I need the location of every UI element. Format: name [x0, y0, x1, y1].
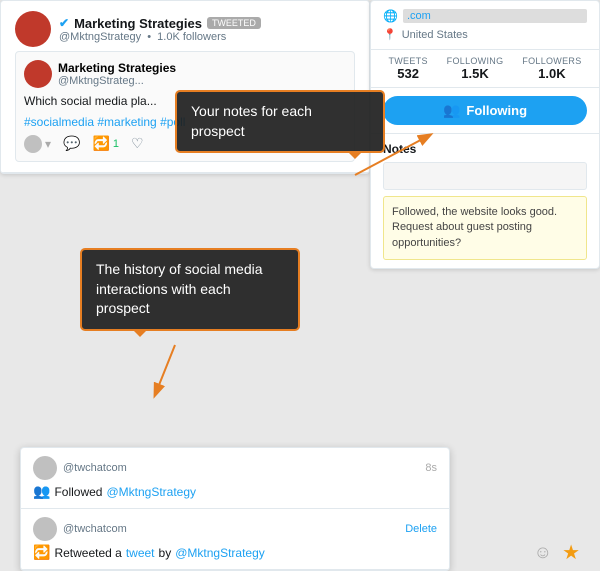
history-handle-1: @twchatcom	[63, 462, 127, 474]
avatar	[15, 11, 51, 47]
profile-url: .com	[403, 9, 587, 23]
tweet-handle: @MktngStrategy • 1.0K followers	[59, 31, 355, 43]
chevron-down-icon[interactable]: ▾	[45, 137, 51, 151]
following-btn-label: Following	[466, 103, 527, 118]
history-item-follow: @twchatcom 8s 👥 Followed @MktngStrategy	[21, 448, 449, 509]
pin-icon: 📍	[383, 28, 397, 41]
following-button[interactable]: 👥 Following	[383, 96, 587, 125]
stat-tweets: TWEETS 532	[388, 56, 427, 81]
followers-text: 1.0K followers	[157, 31, 226, 43]
tooltip-notes-text: Your notes for each prospect	[191, 103, 312, 139]
following-btn-row: 👥 Following	[371, 88, 599, 134]
history-panel: @twchatcom 8s 👥 Followed @MktngStrategy …	[20, 447, 450, 571]
profile-panel: 🌐 .com 📍 United States TWEETS 532 FOLLOW…	[370, 0, 600, 269]
notes-label: Notes	[383, 142, 587, 156]
history-item-retweet: @twchatcom Delete 🔁 Retweeted a tweet by…	[21, 509, 449, 570]
tooltip-notes: Your notes for each prospect	[175, 90, 385, 153]
nested-avatar	[24, 60, 52, 88]
star-icon[interactable]: ★	[562, 540, 580, 565]
globe-icon: 🌐	[383, 9, 398, 23]
history-item-header-1: @twchatcom 8s	[33, 456, 437, 480]
like-button[interactable]: ♡	[131, 135, 144, 152]
history-author-2: @twchatcom	[33, 517, 127, 541]
retweet-button[interactable]: 🔁 1	[92, 135, 119, 152]
followers-value: 1.0K	[522, 66, 581, 81]
profile-location: United States	[402, 29, 468, 41]
followers-label: FOLLOWERS	[522, 56, 581, 66]
action-text-2: Retweeted a	[54, 546, 121, 560]
tweet-author-name: ✔ Marketing Strategies TWEETED	[59, 16, 355, 31]
nested-handle: @MktngStrateg...	[58, 75, 176, 87]
stat-followers: FOLLOWERS 1.0K	[522, 56, 581, 81]
following-value: 1.5K	[447, 66, 504, 81]
retweet-count: 1	[113, 138, 119, 150]
history-author-1: @twchatcom	[33, 456, 127, 480]
tooltip-history-text: The history of social media interactions…	[96, 261, 263, 316]
handle-text: @MktngStrategy	[59, 31, 141, 43]
follow-icon: 👥	[33, 483, 50, 500]
tweet-header: ✔ Marketing Strategies TWEETED @MktngStr…	[15, 11, 355, 47]
notes-input-bar[interactable]	[383, 162, 587, 190]
retweet-icon-2: 🔁	[33, 544, 50, 561]
history-item-header-2: @twchatcom Delete	[33, 517, 437, 541]
heart-icon: ♡	[131, 135, 144, 152]
following-person-icon: 👥	[443, 102, 460, 119]
tweets-label: TWEETS	[388, 56, 427, 66]
verified-badge: ✔	[59, 16, 69, 30]
profile-stats: TWEETS 532 FOLLOWING 1.5K FOLLOWERS 1.0K	[371, 50, 599, 88]
tooltip-history: The history of social media interactions…	[80, 248, 300, 331]
author-name-text: Marketing Strategies	[74, 16, 202, 31]
history-action-2: 🔁 Retweeted a tweet by @MktngStrategy	[33, 544, 437, 561]
history-avatar-2	[33, 517, 57, 541]
emoji-icon[interactable]: ☺	[534, 542, 552, 563]
history-avatar-1	[33, 456, 57, 480]
nested-author-info: Marketing Strategies @MktngStrateg...	[58, 61, 176, 87]
history-handle-2: @twchatcom	[63, 523, 127, 535]
stat-following: FOLLOWING 1.5K	[447, 56, 504, 81]
nested-tweet-header: Marketing Strategies @MktngStrateg...	[24, 60, 346, 88]
note-card: Followed, the website looks good. Reques…	[383, 196, 587, 260]
tweets-value: 532	[388, 66, 427, 81]
action-text-1: Followed	[54, 485, 102, 499]
delete-button[interactable]: Delete	[405, 523, 437, 535]
bottom-icons: ☺ ★	[534, 540, 580, 565]
tweet-author-info: ✔ Marketing Strategies TWEETED @MktngStr…	[59, 16, 355, 43]
following-label: FOLLOWING	[447, 56, 504, 66]
by-text: by	[159, 546, 172, 560]
profile-top: 🌐 .com 📍 United States	[371, 1, 599, 50]
notes-section: Notes Followed, the website looks good. …	[371, 134, 599, 268]
tweet-link[interactable]: tweet	[126, 546, 155, 560]
avatar-action: ▾	[24, 135, 51, 153]
profile-url-row: 🌐 .com	[383, 9, 587, 23]
mention-1[interactable]: @MktngStrategy	[106, 485, 196, 499]
mention-2[interactable]: @MktngStrategy	[175, 546, 265, 560]
profile-location-row: 📍 United States	[383, 28, 587, 41]
history-action-1: 👥 Followed @MktngStrategy	[33, 483, 437, 500]
history-time-1: 8s	[425, 462, 437, 474]
action-avatar	[24, 135, 42, 153]
comment-button[interactable]: 💬	[63, 135, 80, 152]
main-wrapper: ✔ Marketing Strategies TWEETED @MktngStr…	[0, 0, 600, 571]
retweet-icon: 🔁	[92, 135, 109, 152]
nested-author-name: Marketing Strategies	[58, 61, 176, 75]
tweeted-badge: TWEETED	[207, 17, 261, 29]
comment-icon: 💬	[63, 135, 80, 152]
